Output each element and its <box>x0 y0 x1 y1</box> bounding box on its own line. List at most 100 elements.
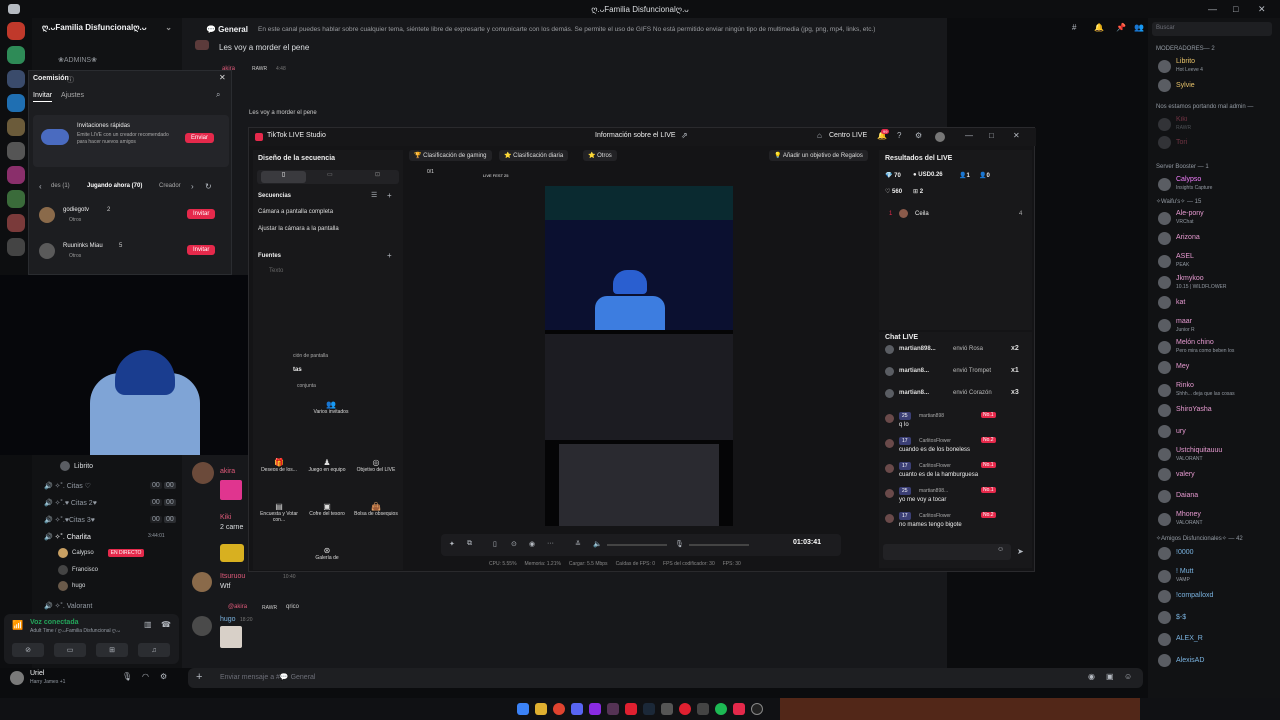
settings-gear-icon[interactable]: ⚙ <box>160 672 167 681</box>
noise-icon[interactable]: ▥ <box>144 620 152 629</box>
lock-icon[interactable]: ⊡ <box>375 171 380 178</box>
voice-channel[interactable]: 🔊 ✧˚. Citas ♡ 00 00 <box>44 482 176 490</box>
activities-icon[interactable]: ⊞ <box>96 643 128 657</box>
app-icon[interactable] <box>589 703 601 715</box>
maximize-icon[interactable]: □ <box>989 131 994 140</box>
record-icon[interactable]: ⊙ <box>511 540 517 548</box>
phone-icon[interactable]: ▯ <box>493 540 497 548</box>
chevron-right-icon[interactable]: › <box>191 182 194 191</box>
close-icon[interactable]: ✕ <box>1013 131 1020 140</box>
threads-icon[interactable]: # <box>1072 23 1076 32</box>
avatar[interactable] <box>10 671 24 685</box>
windows-start-icon[interactable] <box>517 703 529 715</box>
mic-icon[interactable]: 🎙 <box>122 672 132 681</box>
tool-treasure[interactable]: ▣ Cofre del tesoro <box>305 502 349 534</box>
member-item[interactable]: Mey <box>1158 360 1189 374</box>
voice-user[interactable]: hugo <box>58 581 85 591</box>
server-icon[interactable] <box>7 190 25 208</box>
gift-goal-button[interactable]: 💡 Añadir un objetivo de Regalos <box>769 150 868 161</box>
chat-message[interactable]: 17 CarlitosFlower No.1 cuanto es de la hamb… <box>885 462 1025 484</box>
server-icon[interactable] <box>7 46 25 64</box>
chat-message[interactable]: 25 martian898... No.1 yo me voy a tocar <box>885 487 1025 509</box>
add-attachment-icon[interactable]: + <box>196 671 202 683</box>
settings-gear-icon[interactable]: ⚙ <box>915 131 922 140</box>
discord-icon[interactable] <box>571 703 583 715</box>
help-icon[interactable]: ? <box>897 131 901 140</box>
popup-close-icon[interactable]: ✕ <box>219 73 226 82</box>
server-icon[interactable] <box>7 142 25 160</box>
emoji-icon[interactable]: ☺ <box>997 546 1004 553</box>
minimize-icon[interactable]: — <box>965 131 973 140</box>
member-item[interactable]: Rinko Shhh... deja que las cosas <box>1158 382 1235 398</box>
source-item[interactable]: Texto <box>269 268 283 274</box>
member-item[interactable]: Tori <box>1158 136 1187 149</box>
emoji-icon[interactable]: ☺ <box>1124 672 1132 681</box>
server-icon[interactable] <box>7 166 25 184</box>
member-item[interactable]: Jkmykoo 10.15 | WILDFLOWER <box>1158 275 1226 291</box>
server-icon[interactable] <box>7 94 25 112</box>
soundboard-icon[interactable]: ♫ <box>138 643 170 657</box>
voice-user[interactable]: Francisco <box>58 565 98 575</box>
members-icon[interactable]: 👥 <box>1134 23 1144 32</box>
gift-icon[interactable]: ◉ <box>1088 672 1095 681</box>
pill-daily-rank[interactable]: ⭐ Clasificación diaria <box>499 150 569 161</box>
member-item[interactable]: Ustchiquitauuu VALORANT <box>1158 447 1222 463</box>
tool-poll[interactable]: ▤ Encuesta y Votar con... <box>257 502 301 534</box>
member-item[interactable]: !0000 <box>1158 546 1194 560</box>
home-icon[interactable]: ⌂ <box>817 131 822 140</box>
member-item[interactable]: Librito Hot Leeve 4 <box>1158 58 1203 74</box>
member-item[interactable]: AlexisAD <box>1158 654 1204 667</box>
add-icon[interactable]: + <box>387 251 392 260</box>
gif-icon[interactable]: ▣ <box>1106 672 1114 681</box>
server-name[interactable]: ღ.ᴗFamilia Disfuncionalღ.ᴗ ⌄ <box>42 23 172 32</box>
chat-message[interactable]: 17 CarlitosFlower No.2 cuando es de los bon… <box>885 437 1025 459</box>
refresh-icon[interactable]: ↻ <box>205 182 212 191</box>
list-icon[interactable]: ☰ <box>371 191 377 199</box>
member-item[interactable]: Melón chino Pero mira como beben los <box>1158 339 1234 355</box>
camera-off-icon[interactable]: ⊘ <box>12 643 44 657</box>
message-author[interactable]: Itsuruou <box>220 573 245 580</box>
magic-icon[interactable]: ✦ <box>449 540 455 548</box>
close-icon[interactable]: ✕ <box>1258 4 1266 15</box>
server-icon[interactable] <box>7 238 25 256</box>
tool-gift-bag[interactable]: 👜 Bolsa de obsequios <box>353 502 399 534</box>
filter-tab[interactable]: Creador <box>159 183 181 189</box>
disconnect-icon[interactable]: ☎ <box>161 620 171 629</box>
pin-icon[interactable]: 📌 <box>1116 23 1126 32</box>
obs-icon[interactable] <box>751 703 763 715</box>
steam-icon[interactable] <box>643 703 655 715</box>
crop-icon[interactable]: ⧉ <box>467 540 472 548</box>
server-icon[interactable] <box>7 214 25 232</box>
voice-user[interactable]: Librito <box>60 461 93 471</box>
member-item[interactable]: Daiana <box>1158 489 1198 503</box>
mic-icon[interactable]: 🎙 <box>675 540 684 548</box>
tool-wishes[interactable]: 🎁 Deseos de los... <box>257 458 301 490</box>
mic-slider[interactable] <box>689 544 749 546</box>
send-icon[interactable]: ➤ <box>1017 547 1024 556</box>
member-item[interactable]: Arizona <box>1158 231 1200 245</box>
tool-team-game[interactable]: ♟ Juego en equipo <box>305 458 349 490</box>
landscape-icon[interactable]: ▭ <box>327 171 333 178</box>
member-item[interactable]: ALEX_R <box>1158 632 1203 646</box>
member-item[interactable]: ! Mutt VAMP <box>1158 568 1194 584</box>
member-item[interactable]: Calypso Insights Capture <box>1158 176 1212 192</box>
invite-button[interactable]: Invitar <box>187 209 216 219</box>
voice-user[interactable]: Calypso EN DIRECTO <box>58 548 145 558</box>
xbox-icon[interactable] <box>661 703 673 715</box>
member-item[interactable]: ury <box>1158 425 1186 438</box>
riot-icon[interactable] <box>697 703 709 715</box>
send-button[interactable]: Enviar <box>185 133 215 143</box>
volume-slider[interactable] <box>607 544 667 546</box>
filter-tab[interactable]: des (1) <box>51 183 70 189</box>
maximize-icon[interactable]: □ <box>1233 4 1238 14</box>
filter-tab-active[interactable]: Jugando ahora (70) <box>87 183 142 189</box>
search-input[interactable]: Buscar <box>1152 22 1272 36</box>
bell-icon[interactable]: 🔔 <box>1094 23 1104 32</box>
tiktok-icon[interactable] <box>733 703 745 715</box>
message-author[interactable]: akira <box>220 468 235 475</box>
avatar[interactable] <box>935 132 945 142</box>
voice-channel-active[interactable]: 🔊 ✧˚. Charlita 3:44:01 <box>44 533 176 541</box>
server-icon[interactable] <box>7 22 25 40</box>
tab-ajustes[interactable]: Ajustes <box>61 92 84 99</box>
member-item[interactable]: maar Junior R <box>1158 318 1195 334</box>
